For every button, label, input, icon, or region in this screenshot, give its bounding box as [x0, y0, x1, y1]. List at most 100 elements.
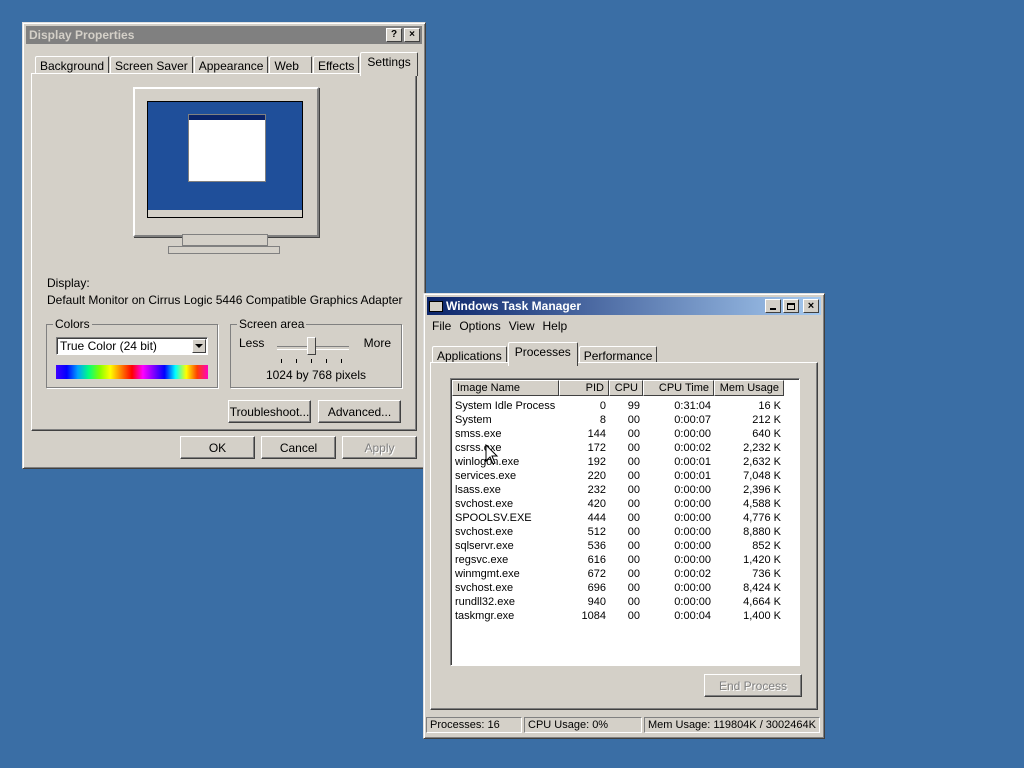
table-row[interactable]: winlogon.exe 192 00 0:00:01 2,632 K — [452, 455, 784, 469]
cell-mem-usage: 2,632 K — [743, 456, 781, 468]
help-button[interactable]: ? — [386, 28, 402, 42]
settings-panel: Display: Default Monitor on Cirrus Logic… — [31, 73, 417, 431]
end-process-button[interactable]: End Process — [704, 674, 802, 697]
minimize-icon — [770, 308, 776, 310]
column-image-name[interactable]: Image Name — [452, 380, 559, 396]
cell-cpu: 00 — [627, 470, 640, 482]
minimize-button[interactable] — [765, 299, 781, 313]
cell-image-name: taskmgr.exe — [455, 610, 515, 622]
slider-more-label: More — [363, 336, 391, 350]
cell-cpu: 00 — [627, 456, 640, 468]
cell-image-name: SPOOLSV.EXE — [455, 512, 532, 524]
table-row[interactable]: lsass.exe 232 00 0:00:00 2,396 K — [452, 483, 784, 497]
status-bar: Processes: 16 CPU Usage: 0% Mem Usage: 1… — [426, 717, 822, 734]
cell-cpu-time: 0:00:02 — [674, 568, 711, 580]
color-spectrum-bar — [56, 365, 208, 379]
cell-pid: 512 — [587, 526, 606, 538]
status-cpu-usage: CPU Usage: 0% — [524, 717, 642, 733]
column-cpu[interactable]: CPU — [609, 380, 643, 396]
menu-help[interactable]: Help — [539, 317, 572, 335]
cell-mem-usage: 736 K — [752, 568, 781, 580]
cell-cpu: 00 — [627, 582, 640, 594]
task-manager-titlebar[interactable]: Windows Task Manager × — [427, 297, 821, 315]
resolution-slider[interactable] — [277, 337, 349, 363]
table-row[interactable]: services.exe 220 00 0:00:01 7,048 K — [452, 469, 784, 483]
column-cpu-time[interactable]: CPU Time — [643, 380, 714, 396]
cell-image-name: sqlservr.exe — [455, 540, 514, 552]
window-title: Windows Task Manager — [446, 299, 582, 313]
colors-dropdown-value: True Color (24 bit) — [60, 339, 157, 353]
cell-mem-usage: 2,396 K — [743, 484, 781, 496]
table-row[interactable]: svchost.exe 696 00 0:00:00 8,424 K — [452, 581, 784, 595]
troubleshoot-button[interactable]: Troubleshoot... — [228, 400, 311, 423]
cell-cpu: 00 — [627, 512, 640, 524]
dropdown-arrow-button[interactable] — [192, 339, 206, 353]
mouse-cursor-icon — [485, 444, 499, 465]
column-pid[interactable]: PID — [559, 380, 609, 396]
cell-mem-usage: 852 K — [752, 540, 781, 552]
table-row[interactable]: svchost.exe 420 00 0:00:00 4,588 K — [452, 497, 784, 511]
ok-button[interactable]: OK — [180, 436, 255, 459]
table-row[interactable]: sqlservr.exe 536 00 0:00:00 852 K — [452, 539, 784, 553]
table-row[interactable]: winmgmt.exe 672 00 0:00:02 736 K — [452, 567, 784, 581]
cell-cpu: 99 — [627, 400, 640, 412]
table-row[interactable]: System 8 00 0:00:07 212 K — [452, 413, 784, 427]
table-row[interactable]: svchost.exe 512 00 0:00:00 8,880 K — [452, 525, 784, 539]
cell-cpu-time: 0:31:04 — [674, 400, 711, 412]
cell-pid: 616 — [587, 554, 606, 566]
cell-cpu-time: 0:00:00 — [674, 484, 711, 496]
table-row[interactable]: System Idle Process 0 99 0:31:04 16 K — [452, 399, 784, 413]
apply-button[interactable]: Apply — [342, 436, 417, 459]
tab-processes[interactable]: Processes — [507, 342, 578, 366]
table-row[interactable]: regsvc.exe 616 00 0:00:00 1,420 K — [452, 553, 784, 567]
processes-panel: Image Name PID CPU CPU Time Mem Usage Sy… — [430, 362, 818, 710]
cell-cpu-time: 0:00:00 — [674, 512, 711, 524]
advanced-button[interactable]: Advanced... — [318, 400, 401, 423]
tab-settings[interactable]: Settings — [360, 52, 418, 76]
cell-mem-usage: 4,776 K — [743, 512, 781, 524]
cell-image-name: services.exe — [455, 470, 517, 482]
screen-area-legend: Screen area — [237, 317, 307, 331]
colors-group: Colors True Color (24 bit) — [46, 317, 218, 388]
cell-mem-usage: 7,048 K — [743, 470, 781, 482]
resolution-text: 1024 by 768 pixels — [265, 368, 367, 382]
cell-pid: 0 — [599, 400, 606, 412]
menu-file[interactable]: File — [428, 317, 455, 335]
cell-mem-usage: 212 K — [752, 414, 781, 426]
cell-cpu-time: 0:00:02 — [674, 442, 711, 454]
cell-image-name: lsass.exe — [455, 484, 501, 496]
column-mem-usage[interactable]: Mem Usage — [714, 380, 784, 396]
cell-cpu-time: 0:00:00 — [674, 428, 711, 440]
cell-mem-usage: 640 K — [752, 428, 781, 440]
menu-options[interactable]: Options — [455, 317, 504, 335]
cancel-button[interactable]: Cancel — [261, 436, 336, 459]
preview-taskbar — [148, 210, 302, 217]
display-label: Display: — [47, 276, 90, 290]
display-properties-titlebar[interactable]: Display Properties ? × — [26, 26, 422, 44]
cell-pid: 232 — [587, 484, 606, 496]
cell-cpu: 00 — [627, 484, 640, 496]
cell-cpu: 00 — [627, 554, 640, 566]
cell-pid: 192 — [587, 456, 606, 468]
table-row[interactable]: taskmgr.exe 1084 00 0:00:04 1,400 K — [452, 609, 784, 623]
cell-pid: 536 — [587, 540, 606, 552]
table-row[interactable]: SPOOLSV.EXE 444 00 0:00:00 4,776 K — [452, 511, 784, 525]
table-row[interactable]: csrss.exe 172 00 0:00:02 2,232 K — [452, 441, 784, 455]
cell-cpu-time: 0:00:01 — [674, 456, 711, 468]
close-button[interactable]: × — [404, 28, 420, 42]
cell-pid: 940 — [587, 596, 606, 608]
cell-cpu: 00 — [627, 498, 640, 510]
colors-dropdown[interactable]: True Color (24 bit) — [56, 337, 208, 355]
menu-bar: File Options View Help — [428, 317, 820, 335]
close-button[interactable]: × — [803, 299, 819, 313]
cell-cpu: 00 — [627, 442, 640, 454]
cell-cpu: 00 — [627, 526, 640, 538]
slider-ticks — [281, 359, 345, 363]
table-row[interactable]: smss.exe 144 00 0:00:00 640 K — [452, 427, 784, 441]
maximize-button[interactable] — [783, 299, 799, 313]
process-list[interactable]: Image Name PID CPU CPU Time Mem Usage Sy… — [450, 378, 800, 666]
table-row[interactable]: rundll32.exe 940 00 0:00:00 4,664 K — [452, 595, 784, 609]
menu-view[interactable]: View — [505, 317, 539, 335]
cell-mem-usage: 4,664 K — [743, 596, 781, 608]
slider-thumb[interactable] — [307, 337, 316, 355]
